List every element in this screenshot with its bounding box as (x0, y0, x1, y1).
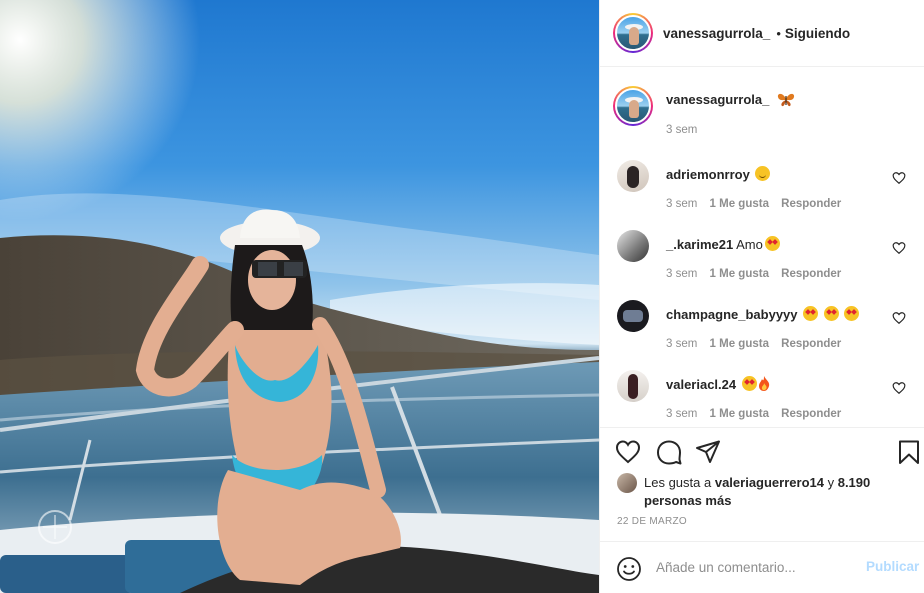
post-header: vanessagurrola_ • Siguiendo (600, 0, 924, 67)
star-eyes-emoji (803, 306, 819, 321)
comment-heart-icon[interactable] (892, 381, 906, 395)
comment-heart-icon[interactable] (892, 241, 906, 255)
likes-summary: Les gusta a valeriaguerrero14 y 8.190 pe… (617, 473, 917, 513)
comment-text: champagne_babyyyy (666, 306, 860, 322)
comment-item: _.karime21 Amo 3 sem 1 Me gusta Responde… (617, 230, 917, 290)
fire-emoji (758, 376, 769, 391)
header-separator: • (776, 25, 781, 41)
comment-meta: 3 sem 1 Me gusta Responder (666, 408, 850, 420)
reply-button[interactable]: Responder (781, 408, 841, 420)
comment-item: valeriacl.24 3 sem 1 Me gusta Responder (617, 370, 917, 427)
share-icon[interactable] (694, 438, 722, 466)
comment-avatar[interactable] (617, 370, 649, 402)
comment-text: valeriacl.24 (666, 376, 770, 392)
comment-avatar[interactable] (617, 300, 649, 332)
comment-meta: 3 sem 1 Me gusta Responder (666, 268, 850, 280)
comment-avatar[interactable] (617, 160, 649, 192)
post-actions (600, 430, 924, 474)
comment-likes-link[interactable]: 1 Me gusta (710, 408, 769, 420)
comment-item: champagne_babyyyy 3 sem 1 Me gusta Respo… (617, 300, 917, 360)
likes-text: Les gusta a valeriaguerrero14 y 8.190 pe… (644, 474, 884, 510)
comments-section[interactable]: vanessagurrola_ 3 sem adriemonrroy 3 sem… (600, 68, 924, 428)
likes-prefix: Les gusta a (644, 475, 712, 490)
comment-likes-link[interactable]: 1 Me gusta (710, 268, 769, 280)
comment-time: 3 sem (666, 338, 698, 350)
comment-time: 3 sem (666, 198, 698, 210)
heart-icon[interactable] (614, 438, 642, 466)
reply-button[interactable]: Responder (781, 198, 841, 210)
publish-button[interactable]: Publicar (866, 559, 919, 574)
star-eyes-emoji (764, 236, 780, 251)
comment-time: 3 sem (666, 408, 698, 420)
star-eyes-emoji (823, 306, 839, 321)
reply-button[interactable]: Responder (781, 338, 841, 350)
reply-button[interactable]: Responder (781, 268, 841, 280)
post-photo-illustration (0, 0, 599, 593)
star-eyes-emoji (844, 306, 860, 321)
author-avatar[interactable] (613, 13, 653, 53)
liker-avatar[interactable] (617, 473, 637, 493)
emoji-icon[interactable] (616, 556, 642, 582)
author-username[interactable]: vanessagurrola_ (663, 26, 770, 41)
comment-time: 3 sem (666, 268, 698, 280)
butterfly-icon (777, 93, 795, 107)
comment-username[interactable]: adriemonrroy (666, 167, 750, 182)
caption-time: 3 sem (666, 124, 698, 136)
comment-input[interactable]: Añade un comentario... (656, 560, 796, 575)
star-eyes-emoji (741, 376, 757, 391)
follow-status-button[interactable]: Siguiendo (785, 26, 850, 41)
liker-username[interactable]: valeriaguerrero14 (715, 475, 824, 490)
add-comment-bar: Añade un comentario... Publicar (600, 541, 924, 593)
comment-avatar[interactable] (617, 230, 649, 262)
comment-text: _.karime21 Amo (666, 236, 780, 252)
comment-username[interactable]: _.karime21 (666, 237, 733, 252)
post-date[interactable]: 22 DE MARZO (617, 516, 687, 527)
caption-text: vanessagurrola_ (666, 92, 795, 107)
comment-meta: 3 sem 1 Me gusta Responder (666, 198, 850, 210)
comment-meta: 3 sem 1 Me gusta Responder (666, 338, 850, 350)
bookmark-icon[interactable] (895, 438, 923, 466)
comment-body: Amo (736, 237, 763, 252)
smile-emoji (755, 166, 771, 181)
comment-item: adriemonrroy 3 sem 1 Me gusta Responder (617, 160, 917, 220)
comment-text: adriemonrroy (666, 166, 771, 182)
comment-username[interactable]: champagne_babyyyy (666, 307, 798, 322)
comment-icon[interactable] (655, 438, 683, 466)
post-side-panel: vanessagurrola_ • Siguiendo vanessagurro… (599, 0, 924, 593)
post-photo[interactable] (0, 0, 599, 593)
comment-heart-icon[interactable] (892, 311, 906, 325)
comment-likes-link[interactable]: 1 Me gusta (710, 198, 769, 210)
likes-suffix: y (827, 475, 835, 490)
comment-username[interactable]: valeriacl.24 (666, 377, 736, 392)
caption-avatar[interactable] (613, 86, 653, 126)
comment-likes-link[interactable]: 1 Me gusta (710, 338, 769, 350)
caption-username[interactable]: vanessagurrola_ (666, 92, 769, 107)
comment-heart-icon[interactable] (892, 171, 906, 185)
